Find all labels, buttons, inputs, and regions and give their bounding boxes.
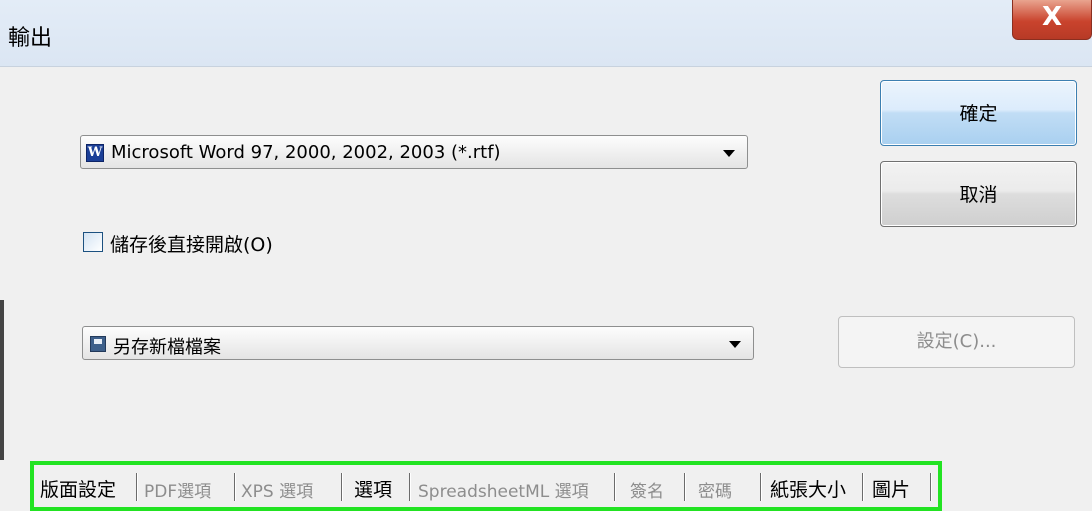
tab-separator [614,473,616,501]
tab-paper-size[interactable]: 紙張大小 [770,475,846,502]
options-tab-strip: 版面設定 PDF選項 XPS 選項 選項 SpreadsheetML 選項 簽名… [30,461,942,511]
chevron-down-icon [723,150,735,157]
tab-separator [930,473,932,501]
tab-options[interactable]: 選項 [354,475,392,502]
tab-images[interactable]: 圖片 [872,475,910,502]
destination-dropdown-value: 另存新檔檔案 [113,337,221,358]
destination-dropdown[interactable]: 另存新檔檔案 [82,326,754,360]
tab-pdf-options[interactable]: PDF選項 [144,477,211,502]
close-button[interactable]: X [1012,0,1092,40]
tab-separator [136,473,138,501]
tab-separator [760,473,762,501]
tab-spreadsheetml-options[interactable]: SpreadsheetML 選項 [418,477,589,502]
tab-separator [341,473,343,501]
window-title: 輸出 [8,26,53,51]
tab-separator [409,473,411,501]
tab-page-setup[interactable]: 版面設定 [40,475,116,502]
cancel-button[interactable]: 取消 [880,161,1077,227]
tab-separator [234,473,236,501]
tab-xps-options[interactable]: XPS 選項 [241,477,313,502]
tab-password[interactable]: 密碼 [698,477,732,502]
word-icon: W [86,144,104,162]
format-dropdown-value: Microsoft Word 97, 2000, 2002, 2003 (*.r… [111,142,501,163]
tab-signature[interactable]: 簽名 [630,477,664,502]
close-icon: X [1041,2,1063,32]
title-bar: 輸出 X [0,0,1092,67]
open-after-save-checkbox[interactable] [83,232,103,252]
ok-button[interactable]: 確定 [880,80,1077,146]
save-icon [90,336,106,352]
tab-separator [684,473,686,501]
settings-button[interactable]: 設定(C)... [838,316,1075,368]
tab-separator [862,473,864,501]
format-dropdown[interactable]: W Microsoft Word 97, 2000, 2002, 2003 (*… [80,135,748,169]
open-after-save-label[interactable]: 儲存後直接開啟(O) [110,230,273,257]
chevron-down-icon [729,341,741,348]
window-edge [0,300,4,460]
